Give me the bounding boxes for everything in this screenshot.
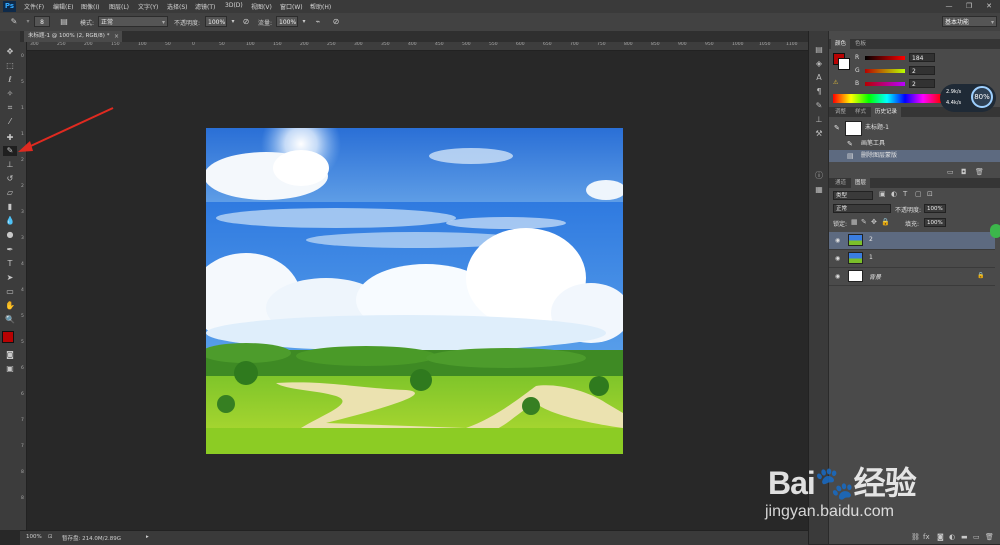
layer-kind-filter[interactable]: 类型 <box>833 191 873 200</box>
adjustment-layer-icon[interactable]: ◐ <box>949 533 955 541</box>
delete-layer-icon[interactable]: 🗑 <box>985 533 994 541</box>
link-layers-icon[interactable]: ⛓ <box>911 533 920 541</box>
blue-label: B <box>855 80 860 87</box>
history-item-label: 删除图层蒙版 <box>861 152 898 159</box>
brush-step-icon: ✎ <box>847 140 853 148</box>
gamut-warning-icon: ⚠ <box>833 79 839 86</box>
layer-thumbnail <box>848 252 863 264</box>
status-bar: 100% ⊡ 暂存盘: 214.0M/2.89G ▸ <box>20 530 808 545</box>
zoom-level[interactable]: 100% <box>26 534 42 540</box>
download-speed: 4.4k/s <box>946 100 962 106</box>
tab-styles[interactable]: 样式 <box>851 107 870 117</box>
paragraph-panel-icon[interactable]: ¶ <box>813 87 825 97</box>
status-menu-arrow-icon[interactable]: ▸ <box>146 534 149 540</box>
new-group-icon[interactable]: ▬ <box>961 533 968 541</box>
layer-name: 1 <box>869 254 873 261</box>
fill-label: 填充: <box>905 221 920 228</box>
layers-panel-tabs: 通道 图层 <box>829 178 1000 188</box>
snapshot-name: 未标题-1 <box>865 124 889 131</box>
green-track[interactable] <box>865 69 905 73</box>
lock-transparent-icon[interactable]: ▦ <box>851 218 858 226</box>
navigator-panel-icon[interactable]: ▦ <box>813 185 825 195</box>
tool-presets-icon[interactable]: ⚒ <box>813 129 825 139</box>
history-item[interactable]: ✎ 画笔工具 <box>829 138 1000 150</box>
color-background-swatch[interactable] <box>838 58 850 70</box>
history-snapshot[interactable]: ✎ 未标题-1 <box>829 120 1000 136</box>
delete-state-icon[interactable]: 🗑 <box>975 168 984 176</box>
fill-field[interactable]: 100% <box>924 218 946 227</box>
tab-layers[interactable]: 图层 <box>851 178 871 188</box>
blue-value[interactable]: 2 <box>909 79 935 88</box>
red-value[interactable]: 184 <box>909 53 935 62</box>
eye-icon[interactable]: ◉ <box>835 237 840 244</box>
lock-image-icon[interactable]: ✎ <box>861 218 867 226</box>
color-panel-tabs: 颜色 色板 <box>829 39 1000 49</box>
kind-filter-value: 类型 <box>836 193 848 199</box>
layer-row-selected[interactable]: ◉ 2 <box>829 232 995 250</box>
save-icon: ⊡ <box>48 534 53 540</box>
filter-pixel-icon[interactable]: ▣ <box>879 190 886 198</box>
baidu-url-watermark: jingyan.baidu.com <box>765 503 894 520</box>
lock-all-icon[interactable]: 🔒 <box>881 218 890 226</box>
delete-mask-step-icon: ▤ <box>847 152 854 160</box>
history-item-selected[interactable]: ▤ 删除图层蒙版 <box>829 150 1000 162</box>
layer-row[interactable]: ◉ 背景 🔒 <box>829 268 995 286</box>
blend-mode-select[interactable]: 正常 <box>833 204 891 213</box>
layer-name: 2 <box>869 236 873 243</box>
new-document-from-state-icon[interactable]: ▭ <box>947 168 954 176</box>
tab-history[interactable]: 历史记录 <box>871 107 902 117</box>
layer-name: 背景 <box>869 274 882 281</box>
filter-adjust-icon[interactable]: ◐ <box>891 190 897 198</box>
cpu-percent: 80% <box>971 86 993 108</box>
eye-icon[interactable]: ◉ <box>835 273 840 280</box>
color-spectrum-ramp[interactable] <box>833 94 941 103</box>
filter-type-icon[interactable]: T <box>903 190 907 198</box>
floating-green-badge[interactable] <box>990 224 1000 238</box>
tab-color[interactable]: 颜色 <box>831 39 851 49</box>
clone-source-icon[interactable]: ⊥ <box>813 115 825 125</box>
document-size: 暂存盘: 214.0M/2.89G <box>62 536 121 542</box>
fx-icon[interactable]: fx <box>923 533 930 541</box>
info-panel-icon[interactable]: ⓘ <box>813 171 825 181</box>
lock-label: 锁定: <box>833 221 848 228</box>
lock-icon: 🔒 <box>977 272 985 279</box>
network-speed-widget: 2.9k/s 4.4k/s 80% <box>940 84 996 112</box>
green-label: G <box>855 67 860 74</box>
blue-track[interactable] <box>865 82 905 86</box>
eye-icon[interactable]: ◉ <box>835 255 840 262</box>
blend-mode-value: 正常 <box>836 206 848 212</box>
tab-swatches[interactable]: 色板 <box>851 39 870 49</box>
upload-speed: 2.9k/s <box>946 89 962 95</box>
layer-thumbnail <box>848 234 863 246</box>
red-track[interactable] <box>865 56 905 60</box>
snapshot-brush-icon: ✎ <box>834 124 840 132</box>
properties-panel-icon[interactable]: ◈ <box>813 59 825 69</box>
layer-opacity-field[interactable]: 100% <box>924 204 946 213</box>
character-panel-icon[interactable]: A <box>813 73 825 83</box>
filter-shape-icon[interactable]: ▢ <box>915 190 922 198</box>
new-layer-icon[interactable]: ▭ <box>973 533 980 541</box>
snapshot-thumbnail <box>845 121 862 136</box>
tab-adjustments[interactable]: 调整 <box>831 107 850 117</box>
add-mask-icon[interactable]: ◙ <box>937 533 944 541</box>
tab-channels[interactable]: 通道 <box>831 178 850 188</box>
baidu-jingyan-watermark: Bai🐾经验 <box>768 465 917 501</box>
filter-smart-icon[interactable]: ⊡ <box>927 190 933 198</box>
brush-presets-icon[interactable]: ✎ <box>813 101 825 111</box>
layer-row[interactable]: ◉ 1 <box>829 250 995 268</box>
layer-thumbnail <box>848 270 863 282</box>
red-label: R <box>855 54 860 61</box>
lock-position-icon[interactable]: ✥ <box>871 218 877 226</box>
green-value[interactable]: 2 <box>909 66 935 75</box>
history-panel-icon[interactable]: ▤ <box>813 45 825 55</box>
layer-opacity-label: 不透明度: <box>895 207 922 214</box>
history-item-label: 画笔工具 <box>861 140 886 147</box>
snapshot-camera-icon[interactable]: ◘ <box>961 168 967 176</box>
